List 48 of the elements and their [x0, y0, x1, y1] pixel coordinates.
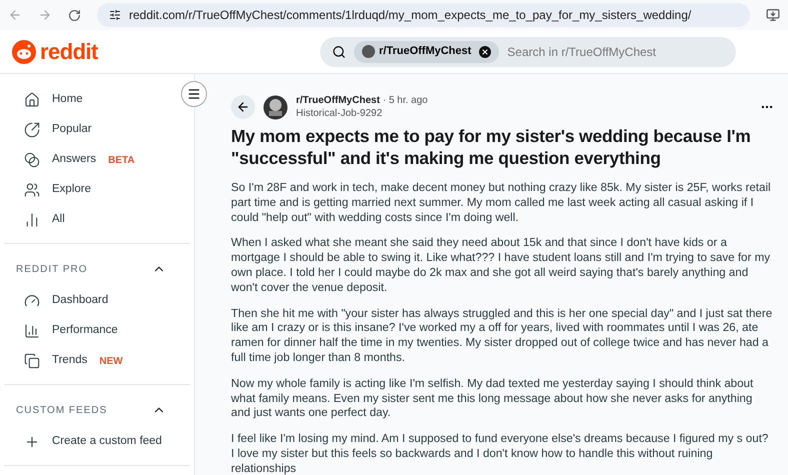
post-time: 5 hr. ago: [388, 95, 428, 106]
house-icon: [24, 92, 40, 108]
sidebar-item[interactable]: Explore: [4, 175, 190, 205]
snoo-icon: [12, 40, 36, 64]
post-title: My mom expects me to pay for my sister's wedding because I'm "successful" and it's making me question everything: [231, 125, 752, 169]
post-paragraph: Then she hit me with "your sister has always struggled and this is her one special day" and I just sat there like am I crazy or is this insane? I've worked my a off for years, lived with roommates until I was 26, ate ramen for dinner half the time in my twenties. My sister dropped out of college twice and has never had a full time job longer than 8 months.: [231, 306, 774, 366]
sidebar-item[interactable]: Home: [4, 85, 190, 115]
menu-button[interactable]: [181, 81, 207, 107]
arrow-circle-icon: [24, 122, 40, 138]
copy-icon: [24, 353, 40, 369]
sidebar-item[interactable]: Popular: [4, 115, 190, 145]
clear-icon: [479, 46, 492, 58]
circles-icon: [24, 152, 40, 168]
section-header[interactable]: CUSTOM FEEDS: [4, 393, 190, 427]
sidebar-item[interactable]: Answers BETA: [4, 145, 190, 175]
menu-icon: [187, 87, 201, 101]
separator-dot: ·: [382, 95, 386, 106]
back-button[interactable]: [231, 95, 255, 119]
install-icon[interactable]: [766, 8, 780, 22]
sidebar-item[interactable]: All: [4, 205, 190, 235]
address-bar[interactable]: reddit.com/r/TrueOffMyChest/comments/1lrduqd/my_mom_expects_me_to_pay_for_my_sisters_wedding/: [97, 3, 750, 27]
people-icon: [24, 182, 40, 198]
search-field[interactable]: r/TrueOffMyChest Search in r/TrueOffMyChest: [320, 36, 736, 66]
post-paragraph: When I asked what she meant she said they need about 15k and that since I don't have kids or a mortgage I should be able to swing it. Like what??? I have student loans still and I'm trying to save for my own place. I told her I could maybe do 2k max and she got all weird saying that's barely anything and won't cover the venue deposit.: [231, 236, 772, 296]
subreddit-link[interactable]: r/TrueOffMyChest: [296, 95, 380, 106]
search-input[interactable]: Search in r/TrueOffMyChest: [507, 42, 724, 60]
subreddit-chip[interactable]: r/TrueOffMyChest: [354, 40, 500, 62]
post-paragraph: So I'm 28F and work in tech, make decent money but nothing crazy like 85k. My sister is 25F, works retail part time and is getting married next summer. My mom called me last week acting all casual asking if I could "help out" with wedding costs since I'm doing well.: [231, 181, 772, 226]
arrow-left-icon: [236, 100, 250, 114]
site-settings-icon[interactable]: [109, 9, 121, 21]
post-paragraph: Now my whole family is acting like I'm selfish. My dad texted me yesterday saying I should think about what family means. Even my sister sent me this long message about how she never asks for anything and just wants one perfect day.: [231, 376, 754, 422]
sidebar-item[interactable]: Trends NEW: [4, 346, 190, 376]
search-icon: [332, 44, 346, 58]
subreddit-avatar[interactable]: [263, 94, 288, 120]
gauge-icon: [24, 293, 40, 309]
chart-icon: [24, 323, 40, 339]
badge-label: BETA: [108, 154, 135, 168]
author-name[interactable]: Historical-Job-9292: [296, 107, 428, 120]
sidebar-item[interactable]: Dashboard: [4, 286, 190, 316]
plus-icon: [24, 434, 40, 450]
sidebar-item[interactable]: Create a custom feed: [4, 427, 190, 457]
badge-label: NEW: [99, 354, 123, 368]
bars-icon: [24, 212, 40, 228]
section-header[interactable]: REDDIT PRO: [4, 252, 190, 286]
sidebar-item[interactable]: Performance: [4, 316, 190, 346]
avatar-icon: [362, 45, 375, 58]
reload-icon[interactable]: [68, 8, 81, 22]
post-paragraph: I feel like I'm losing my mind. Am I supposed to fund everyone else's dreams because I figured my s out? I love my sister but this feels so backwards and I don't know how to handle this without ruining relationships: [231, 432, 770, 475]
